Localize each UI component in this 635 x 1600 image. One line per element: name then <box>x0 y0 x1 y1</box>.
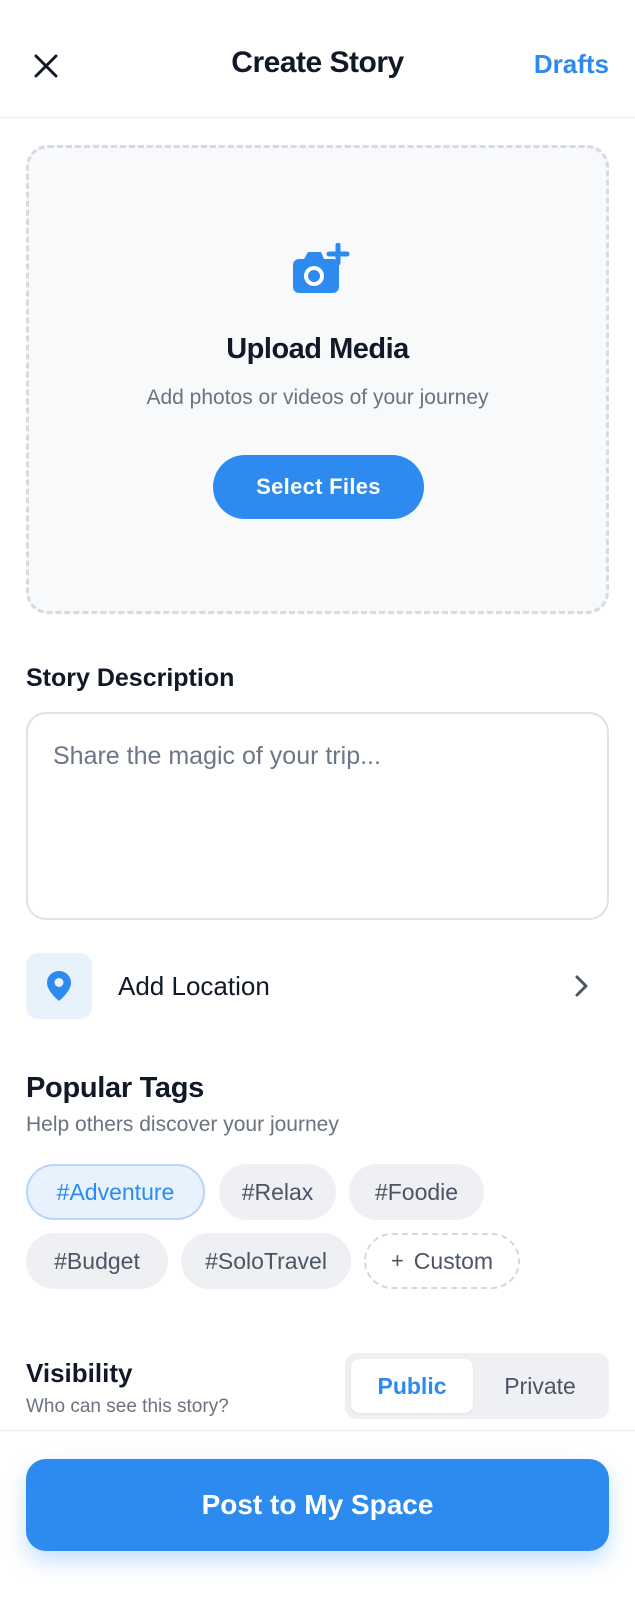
story-description-input[interactable] <box>26 712 609 920</box>
top-bar: Create Story Drafts <box>0 0 635 118</box>
map-pin-icon <box>47 971 71 1001</box>
story-description-label: Story Description <box>26 664 235 692</box>
popular-tags-title: Popular Tags <box>26 1072 204 1104</box>
visibility-private-option[interactable]: Private <box>479 1359 601 1413</box>
tag-adventure[interactable]: #Adventure <box>26 1164 205 1220</box>
chevron-right-icon <box>575 975 588 997</box>
post-to-my-space-button[interactable]: Post to My Space <box>26 1459 609 1551</box>
add-custom-tag-button[interactable]: + Custom <box>364 1233 520 1289</box>
upload-title: Upload Media <box>226 333 409 365</box>
location-icon-box <box>26 953 92 1019</box>
select-files-button[interactable]: Select Files <box>213 455 424 519</box>
visibility-toggle: Public Private <box>345 1353 609 1419</box>
tag-budget[interactable]: #Budget <box>26 1233 168 1289</box>
tag-solotravel[interactable]: #SoloTravel <box>181 1233 351 1289</box>
visibility-public-option[interactable]: Public <box>351 1359 473 1413</box>
visibility-subtitle: Who can see this story? <box>26 1396 229 1417</box>
visibility-title: Visibility <box>26 1358 133 1388</box>
popular-tags-subtitle: Help others discover your journey <box>26 1113 339 1136</box>
upload-subtitle: Add photos or videos of your journey <box>146 386 489 409</box>
plus-icon: + <box>390 1248 404 1273</box>
add-location-row[interactable]: Add Location <box>26 953 609 1019</box>
tag-relax[interactable]: #Relax <box>219 1164 336 1220</box>
custom-tag-label: Custom <box>413 1247 494 1274</box>
drafts-link[interactable]: Drafts <box>534 49 609 80</box>
add-location-label: Add Location <box>118 971 270 1001</box>
camera-plus-icon <box>293 243 350 293</box>
upload-dropzone[interactable]: Upload Media Add photos or videos of you… <box>26 145 609 614</box>
tag-foodie[interactable]: #Foodie <box>349 1164 484 1220</box>
bottom-action-bar: Post to My Space <box>0 1430 635 1600</box>
